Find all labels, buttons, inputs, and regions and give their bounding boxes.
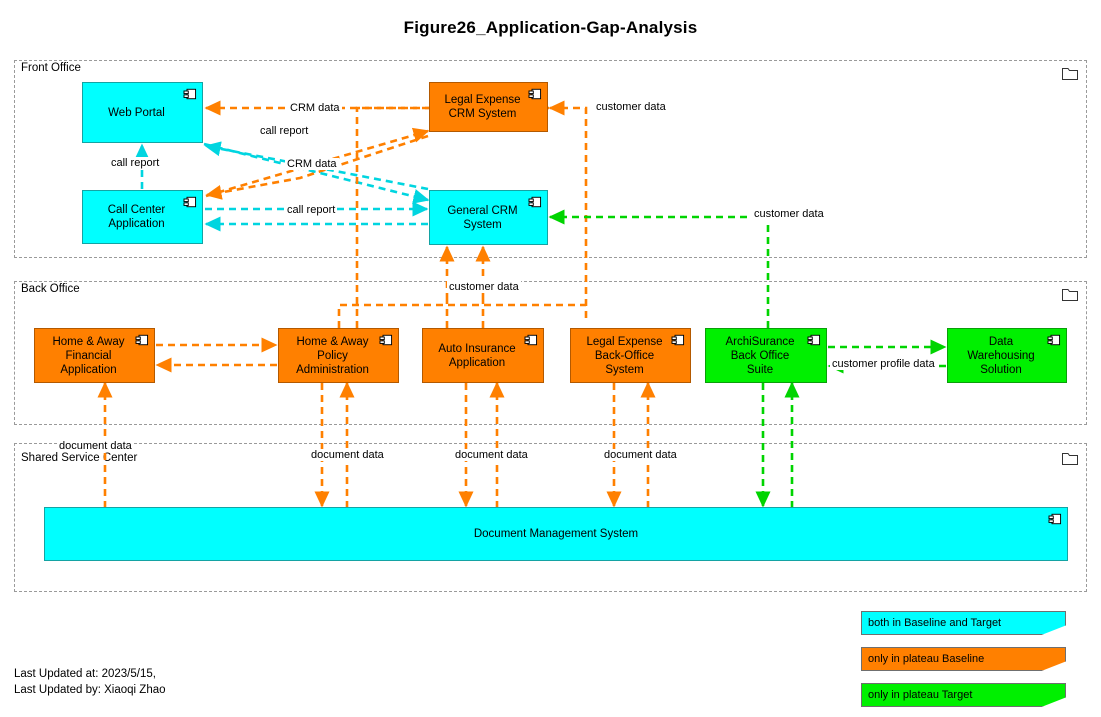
legend-label: only in plateau Baseline <box>868 653 985 665</box>
node-label: Auto Insurance Application <box>438 342 516 369</box>
group-back-office[interactable]: Back Office <box>14 281 1087 425</box>
node-label: Home & Away Financial Application <box>52 335 125 376</box>
group-label-back-office: Back Office <box>19 283 82 295</box>
application-component-icon <box>1047 334 1061 346</box>
node-auto-insurance-application[interactable]: Auto Insurance Application <box>422 328 544 383</box>
legend-item-only-baseline[interactable]: only in plateau Baseline <box>861 647 1066 671</box>
folder-icon <box>1062 453 1078 465</box>
legend-label: both in Baseline and Target <box>868 617 1002 629</box>
edge-label-customer-data-crm: customer data <box>752 208 826 220</box>
legend-label: only in plateau Target <box>868 689 973 701</box>
group-label-front-office: Front Office <box>19 62 83 74</box>
node-label: Call Center Application <box>107 204 166 230</box>
edge-label-call-report-bottom: call report <box>285 204 338 216</box>
edge-label-customer-data-legal: customer data <box>594 101 668 113</box>
edge-label-customer-data-back: customer data <box>447 281 521 293</box>
node-general-crm-system[interactable]: General CRM System <box>429 190 548 245</box>
node-label: Home & Away Policy Administration <box>296 335 369 376</box>
edge-label-document-data-1: document data <box>57 440 134 452</box>
application-component-icon <box>183 196 197 208</box>
edge-label-customer-profile-data: customer profile data <box>830 358 937 370</box>
edge-label-crm-data-mid: CRM data <box>285 158 339 170</box>
application-component-icon <box>807 334 821 346</box>
edge-label-crm-data-top: CRM data <box>288 102 342 114</box>
edge-label-document-data-3: document data <box>453 449 530 461</box>
node-home-away-financial-application[interactable]: Home & Away Financial Application <box>34 328 155 383</box>
edge-label-document-data-4: document data <box>602 449 679 461</box>
node-home-away-policy-administration[interactable]: Home & Away Policy Administration <box>278 328 399 383</box>
application-component-icon <box>183 88 197 100</box>
application-component-icon <box>135 334 149 346</box>
node-legal-expense-crm-system[interactable]: Legal Expense CRM System <box>429 82 548 132</box>
legend-item-only-target[interactable]: only in plateau Target <box>861 683 1066 707</box>
page-title: Figure26_Application-Gap-Analysis <box>403 18 698 37</box>
node-call-center-application[interactable]: Call Center Application <box>82 190 203 244</box>
legend-item-baseline-and-target[interactable]: both in Baseline and Target <box>861 611 1066 635</box>
node-label: Document Management System <box>473 528 639 540</box>
application-component-icon <box>671 334 685 346</box>
application-component-icon <box>524 334 538 346</box>
application-component-icon <box>528 88 542 100</box>
node-label: Web Portal <box>108 106 165 119</box>
node-document-management-system[interactable]: Document Management System <box>44 507 1068 561</box>
diagram-canvas: Figure26_Application-Gap-Analysis Front … <box>0 0 1101 717</box>
application-component-icon <box>1048 513 1062 525</box>
node-data-warehousing-solution[interactable]: Data Warehousing Solution <box>947 328 1067 383</box>
folder-icon <box>1062 68 1078 80</box>
edge-label-document-data-2: document data <box>309 449 386 461</box>
node-legal-expense-back-office-system[interactable]: Legal Expense Back-Office System <box>570 328 691 383</box>
application-component-icon <box>528 196 542 208</box>
node-label: General CRM System <box>447 204 518 231</box>
node-web-portal[interactable]: Web Portal <box>82 82 203 143</box>
node-label: Data Warehousing Solution <box>967 335 1035 376</box>
edge-label-call-report-left: call report <box>109 157 162 169</box>
folder-icon <box>1062 289 1078 301</box>
application-component-icon <box>379 334 393 346</box>
edge-label-call-report-top: call report <box>258 125 311 137</box>
footer-last-updated: Last Updated at: 2023/5/15, Last Updated… <box>14 668 166 696</box>
node-archisurance-back-office-suite[interactable]: ArchiSurance Back Office Suite <box>705 328 827 383</box>
node-label: Legal Expense Back-Office System <box>586 335 663 376</box>
node-label: ArchiSurance Back Office Suite <box>725 335 795 376</box>
node-label: Legal Expense CRM System <box>444 94 521 120</box>
group-label-shared-service-center: Shared Service Center <box>19 452 140 464</box>
